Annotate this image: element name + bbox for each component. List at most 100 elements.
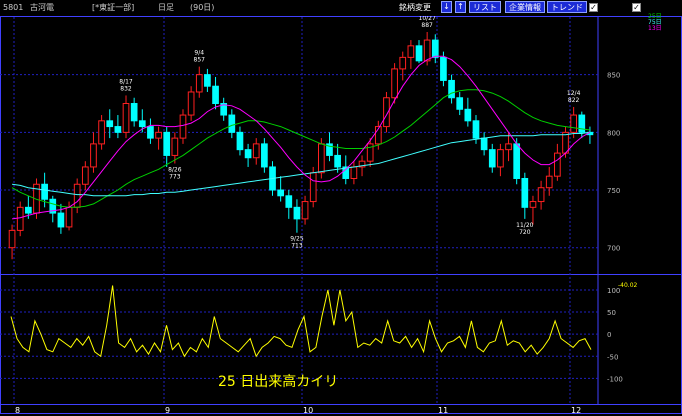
candle-body bbox=[285, 195, 293, 208]
candle-body bbox=[562, 131, 569, 154]
candle-body bbox=[334, 154, 341, 168]
price-tick-label: 750 bbox=[607, 187, 620, 195]
annotation-value: 887 bbox=[421, 22, 433, 29]
candle-body bbox=[440, 56, 447, 81]
candle-body bbox=[505, 143, 512, 151]
candle-body bbox=[309, 172, 317, 203]
annotation-value: 832 bbox=[120, 85, 132, 92]
price-tick-label: 700 bbox=[607, 245, 620, 253]
candle-body bbox=[407, 45, 415, 58]
candle-body bbox=[277, 189, 285, 197]
market-label: [*東証一部] bbox=[92, 3, 135, 12]
candle-body bbox=[73, 183, 81, 208]
outer-frame bbox=[0, 16, 682, 414]
span-label: (90日) bbox=[190, 3, 215, 12]
candle-body bbox=[415, 45, 423, 62]
osc-tick-label: -50 bbox=[607, 353, 618, 361]
candle-body bbox=[317, 143, 325, 174]
trend-button[interactable]: トレンド bbox=[547, 1, 587, 13]
candle-body bbox=[521, 177, 529, 208]
company-info-button[interactable]: 企業情報 bbox=[505, 1, 545, 13]
price-tick-label: 850 bbox=[607, 72, 620, 80]
kairi-line bbox=[10, 285, 592, 358]
x-month-label-10: 10 bbox=[303, 406, 313, 415]
x-month-label-12: 12 bbox=[571, 406, 581, 415]
candle-body bbox=[464, 108, 472, 122]
candle-body bbox=[456, 97, 464, 110]
candle-body bbox=[472, 120, 480, 139]
check1-checkbox[interactable]: ✓ bbox=[589, 3, 598, 12]
stock-code: 5801 bbox=[3, 3, 24, 12]
candle-body bbox=[578, 114, 586, 133]
candle-body bbox=[204, 74, 211, 87]
candle-body bbox=[513, 143, 521, 179]
candle-body bbox=[163, 131, 171, 156]
candle-body bbox=[179, 114, 187, 139]
x-month-label-8: 8 bbox=[15, 406, 20, 415]
candle-body bbox=[155, 131, 162, 139]
candle-body bbox=[423, 39, 431, 62]
osc-tick-label: 0 bbox=[607, 331, 611, 339]
annotation-date: 10/27 bbox=[419, 15, 436, 22]
candle-body bbox=[301, 201, 309, 220]
candle-body bbox=[65, 206, 73, 228]
candle-body bbox=[16, 206, 24, 231]
x-month-label-9: 9 bbox=[165, 406, 170, 415]
osc-tick-label: 50 bbox=[607, 309, 616, 317]
candle-body bbox=[554, 152, 561, 177]
candle-body bbox=[497, 149, 504, 168]
annotation-value: 822 bbox=[568, 97, 580, 104]
candle-body bbox=[545, 175, 553, 189]
candle-body bbox=[448, 79, 455, 99]
osc-title: 25 日出来高カイリ bbox=[218, 373, 338, 390]
osc-tick-label: -100 bbox=[607, 375, 623, 383]
candle-body bbox=[114, 126, 122, 133]
annotation-value: 713 bbox=[291, 243, 303, 250]
annotation-date: 11/20 bbox=[516, 222, 533, 229]
list-button[interactable]: リスト bbox=[469, 1, 501, 13]
annotation-date: 12/4 bbox=[567, 90, 581, 97]
legend-13: 13日 bbox=[648, 25, 662, 32]
chart-window: 8 9 10 11 12 700 750 800 850 8/17 832 9/4 857 8/26 773… bbox=[0, 0, 682, 416]
check2-checkbox[interactable]: ✓ bbox=[632, 3, 641, 12]
annotation-date: 9/4 bbox=[194, 50, 204, 57]
candle-body bbox=[537, 187, 545, 203]
annotation-value: 720 bbox=[519, 229, 531, 236]
chart-canvas: 8 9 10 11 12 700 750 800 850 8/17832 9/4857 8/26773… bbox=[0, 15, 682, 415]
osc-current-value: -40.02 bbox=[618, 282, 638, 289]
candle-body bbox=[24, 206, 32, 214]
candle-body bbox=[391, 68, 398, 99]
candle-body bbox=[261, 143, 268, 168]
candle-body bbox=[147, 126, 154, 139]
candle-body bbox=[122, 103, 130, 133]
annotation-value: 773 bbox=[169, 173, 181, 180]
toolbar: 5801 古河電 [*東証一部] 日足 (90日) 銘柄変更 ↓ ↑ リスト 企… bbox=[0, 0, 682, 16]
price-tick-label: 800 bbox=[607, 129, 620, 137]
candle-body bbox=[293, 206, 301, 220]
candle-body bbox=[228, 114, 236, 133]
change-stock-button[interactable]: 銘柄変更 bbox=[395, 1, 435, 13]
annotation-date: 8/26 bbox=[168, 166, 182, 173]
stock-name: 古河電 bbox=[30, 3, 54, 12]
period-label: 日足 bbox=[158, 3, 174, 12]
candle-body bbox=[138, 120, 146, 128]
candle-body bbox=[41, 183, 48, 200]
candle-body bbox=[171, 137, 179, 156]
candle-body bbox=[90, 143, 97, 168]
annotation-value: 857 bbox=[194, 57, 206, 64]
candle-body bbox=[8, 229, 16, 249]
candle-body bbox=[399, 56, 407, 70]
down-arrow-button[interactable]: ↓ bbox=[441, 1, 452, 13]
candle-body bbox=[57, 212, 65, 228]
candle-body bbox=[106, 120, 114, 128]
candle-body bbox=[244, 149, 252, 159]
candle-body bbox=[350, 166, 358, 179]
ma-legend: 25日 75日 13日 bbox=[648, 14, 662, 32]
up-arrow-button[interactable]: ↑ bbox=[455, 1, 466, 13]
candle-body bbox=[130, 103, 138, 122]
candle-body bbox=[431, 39, 439, 58]
x-month-label-11: 11 bbox=[438, 406, 448, 415]
candle-body bbox=[187, 91, 195, 116]
candle-body bbox=[195, 74, 203, 93]
candle-body bbox=[488, 149, 496, 168]
